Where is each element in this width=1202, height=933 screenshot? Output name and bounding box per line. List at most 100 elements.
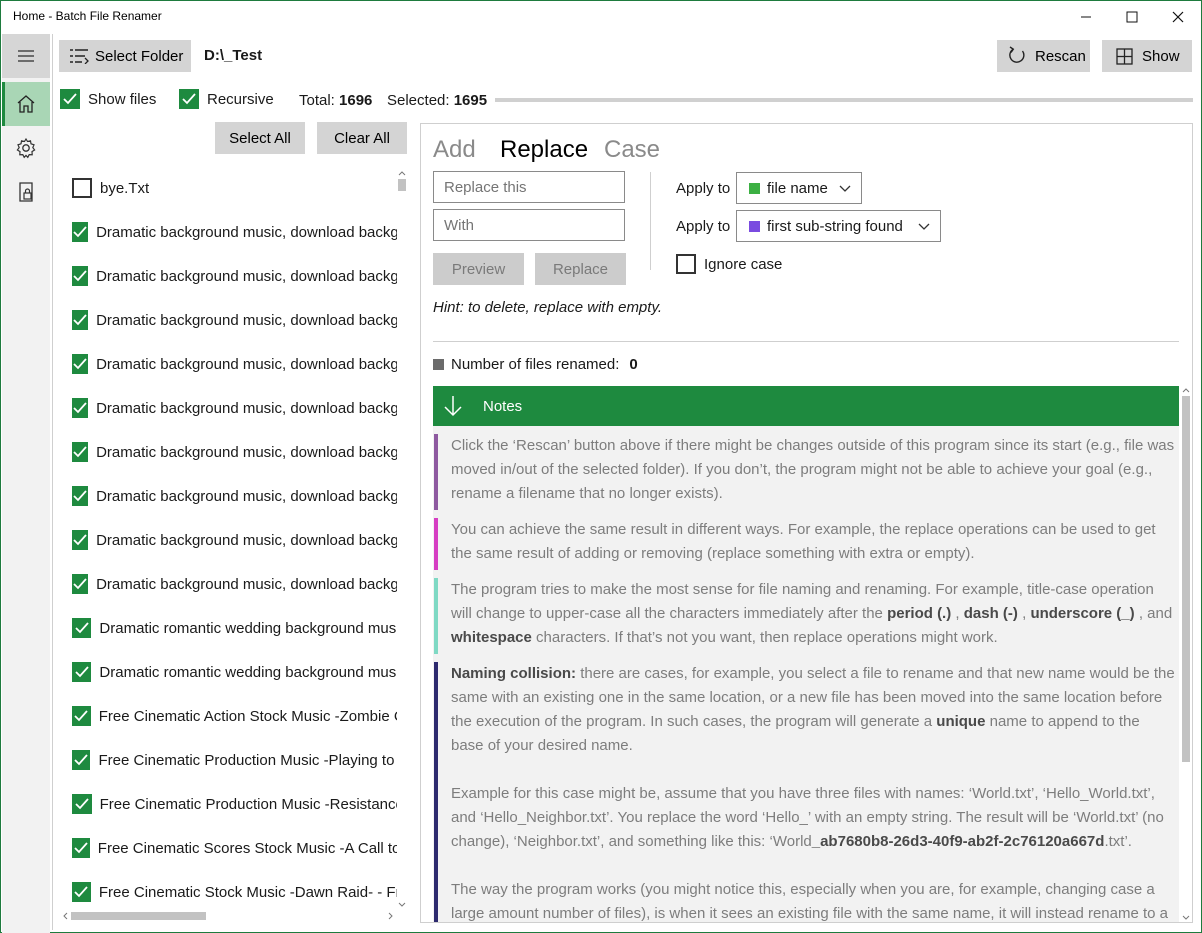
progress-bar <box>495 98 1193 102</box>
arrow-down-icon <box>433 395 473 417</box>
select-folder-button[interactable]: Select Folder <box>59 40 191 72</box>
file-list-item[interactable]: Dramatic background music, download back… <box>72 210 397 254</box>
note-naming-collision: Naming collision: there are cases, for e… <box>433 662 1179 922</box>
checkbox-checked-icon[interactable] <box>72 882 91 902</box>
tab-replace[interactable]: Replace <box>500 136 588 164</box>
file-name: Free Cinematic Scores Stock Music -A Cal… <box>97 839 397 857</box>
maximize-button[interactable] <box>1109 1 1155 33</box>
note-title-case: The program tries to make the most sense… <box>433 578 1179 654</box>
refresh-icon <box>1009 46 1025 63</box>
notes-vertical-scrollbar[interactable] <box>1180 386 1192 922</box>
status-square-icon <box>433 359 444 370</box>
privacy-lock-icon <box>19 182 33 202</box>
operations-panel: Add Replace Case Preview Replace Apply t… <box>420 123 1193 923</box>
rescan-label: Rescan <box>1035 47 1086 65</box>
checkbox-checked-icon[interactable] <box>72 354 89 374</box>
checkbox-checked-icon[interactable] <box>72 442 89 462</box>
close-button[interactable] <box>1155 1 1201 33</box>
note-accent-bar <box>434 518 438 570</box>
checkbox-checked-icon[interactable] <box>72 222 89 242</box>
ignore-case-checkbox[interactable]: Ignore case <box>676 254 782 274</box>
content-divider <box>52 34 53 930</box>
checkbox-checked-icon[interactable] <box>72 310 89 330</box>
nav-item-settings[interactable] <box>2 126 50 170</box>
file-list-item[interactable]: Dramatic background music, download back… <box>72 386 397 430</box>
checkbox-unchecked-icon[interactable] <box>72 178 92 198</box>
checkbox-checked-icon[interactable] <box>72 486 89 506</box>
file-name: Free Cinematic Production Music -Resista… <box>99 795 397 813</box>
checkbox-checked-icon[interactable] <box>72 838 90 858</box>
recursive-checkbox[interactable]: Recursive <box>179 89 274 109</box>
recursive-label: Recursive <box>207 90 274 108</box>
file-list-item[interactable]: bye.Txt <box>72 166 397 210</box>
file-list-item[interactable]: Dramatic background music, download back… <box>72 298 397 342</box>
maximize-icon <box>1126 11 1138 23</box>
renamed-label: Number of files renamed: <box>451 356 620 373</box>
apply-scope-value: first sub-string found <box>767 217 903 235</box>
file-list-horizontal-scrollbar[interactable] <box>60 909 400 923</box>
clear-all-button[interactable]: Clear All <box>317 122 407 154</box>
checkbox-checked-icon <box>179 89 199 109</box>
apply-target-dropdown[interactable]: file name <box>736 172 862 204</box>
checkbox-checked-icon[interactable] <box>72 266 89 286</box>
file-name: Free Cinematic Action Stock Music -Zombi… <box>98 707 397 725</box>
rescan-button[interactable]: Rescan <box>997 40 1090 72</box>
checkbox-checked-icon <box>60 89 80 109</box>
section-divider <box>433 341 1179 342</box>
file-list-item[interactable]: Free Cinematic Action Stock Music -Zombi… <box>72 694 397 738</box>
hint-text: Hint: to delete, replace with empty. <box>433 299 662 316</box>
notes-expander-header[interactable]: Notes <box>433 386 1179 426</box>
file-list-item[interactable]: Dramatic background music, download back… <box>72 254 397 298</box>
show-files-checkbox[interactable]: Show files <box>60 89 156 109</box>
checkbox-checked-icon[interactable] <box>72 530 89 550</box>
note-same-result: You can achieve the same result in diffe… <box>433 518 1179 570</box>
select-folder-label: Select Folder <box>95 47 184 65</box>
checkbox-checked-icon[interactable] <box>72 662 92 682</box>
file-name: Dramatic background music, download back… <box>96 311 397 329</box>
home-icon <box>17 95 35 113</box>
file-list-item[interactable]: Dramatic romantic wedding background mus… <box>72 650 397 694</box>
replace-this-input[interactable] <box>433 171 625 203</box>
note-accent-bar <box>434 662 438 922</box>
file-list-item[interactable]: Dramatic background music, download back… <box>72 474 397 518</box>
checkbox-checked-icon[interactable] <box>72 398 89 418</box>
preview-button[interactable]: Preview <box>433 253 524 285</box>
checkbox-unchecked-icon <box>676 254 696 274</box>
file-list-item[interactable]: Free Cinematic Stock Music -Dawn Raid- -… <box>72 870 397 911</box>
file-name: Dramatic background music, download back… <box>96 575 397 593</box>
hamburger-icon <box>18 50 34 62</box>
file-list-item[interactable]: Dramatic romantic wedding background mus… <box>72 606 397 650</box>
show-button[interactable]: Show <box>1102 40 1192 72</box>
file-list-vertical-scrollbar[interactable] <box>396 169 408 911</box>
file-list-item[interactable]: Free Cinematic Scores Stock Music -A Cal… <box>72 826 397 870</box>
replace-button[interactable]: Replace <box>535 253 626 285</box>
replace-with-input[interactable] <box>433 209 625 241</box>
file-list-item[interactable]: Dramatic background music, download back… <box>72 342 397 386</box>
checkbox-checked-icon[interactable] <box>72 706 91 726</box>
tab-case[interactable]: Case <box>604 136 660 164</box>
selected-value: 1695 <box>453 92 488 109</box>
side-nav <box>2 34 50 933</box>
checkbox-checked-icon[interactable] <box>72 794 92 814</box>
file-list-item[interactable]: Free Cinematic Production Music -Playing… <box>72 738 397 782</box>
checkbox-checked-icon[interactable] <box>72 750 91 770</box>
checkbox-checked-icon[interactable] <box>72 618 92 638</box>
window-title: Home - Batch File Renamer <box>13 9 162 23</box>
file-list-item[interactable]: Dramatic background music, download back… <box>72 518 397 562</box>
select-all-button[interactable]: Select All <box>215 122 305 154</box>
checkbox-checked-icon[interactable] <box>72 574 89 594</box>
nav-item-home[interactable] <box>2 82 50 126</box>
nav-item-privacy[interactable] <box>2 170 50 214</box>
hamburger-menu-button[interactable] <box>2 34 50 78</box>
minimize-button[interactable] <box>1063 1 1109 33</box>
chevron-down-icon <box>918 223 930 230</box>
show-files-label: Show files <box>88 90 157 108</box>
file-list-item[interactable]: Dramatic background music, download back… <box>72 430 397 474</box>
file-name: Dramatic romantic wedding background mus… <box>99 619 397 637</box>
file-list-item[interactable]: Dramatic background music, download back… <box>72 562 397 606</box>
close-icon <box>1172 11 1184 23</box>
tab-add[interactable]: Add <box>433 136 476 164</box>
file-name: Dramatic background music, download back… <box>96 223 397 241</box>
file-list-item[interactable]: Free Cinematic Production Music -Resista… <box>72 782 397 826</box>
apply-scope-dropdown[interactable]: first sub-string found <box>736 210 941 242</box>
